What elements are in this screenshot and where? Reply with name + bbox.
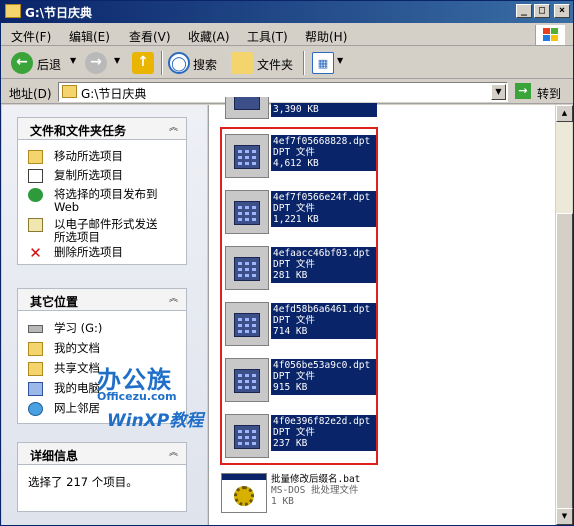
details-title: 详细信息 bbox=[30, 449, 79, 463]
views-icon[interactable]: ▦ bbox=[312, 52, 334, 74]
place-shared-label: 共享文档 bbox=[54, 361, 100, 375]
details-panel: 详细信息 ︽ 选择了 217 个项目。 bbox=[17, 442, 187, 512]
dpt-file-icon bbox=[225, 97, 269, 119]
watermark-site: Officezu.com bbox=[97, 390, 177, 403]
folders-button[interactable]: 文件夹 bbox=[257, 56, 293, 73]
back-button[interactable]: 后退 bbox=[37, 56, 61, 73]
close-button[interactable]: × bbox=[554, 4, 570, 18]
watermark: 办公族 Officezu.com WinXP教程 bbox=[97, 360, 203, 431]
place-my-documents-label: 我的文档 bbox=[54, 341, 100, 355]
windows-logo bbox=[535, 25, 565, 45]
vertical-scrollbar[interactable]: ▲ ▼ bbox=[555, 105, 573, 525]
gear-icon bbox=[234, 486, 254, 506]
scroll-down-button[interactable]: ▼ bbox=[556, 508, 573, 525]
batch-file-icon bbox=[221, 473, 267, 513]
file-item-partial[interactable]: 3,390 KB bbox=[225, 97, 385, 119]
collapse-icon[interactable]: ︽ bbox=[167, 293, 180, 306]
folder-icon bbox=[62, 85, 77, 98]
task-email-label-2: 所选项目 bbox=[54, 230, 100, 244]
go-arrow-icon[interactable]: → bbox=[515, 83, 531, 99]
forward-arrow-icon[interactable]: → bbox=[85, 52, 107, 74]
menu-file[interactable]: 文件(F) bbox=[11, 28, 51, 45]
file-name: 批量修改后缀名.bat bbox=[271, 474, 361, 485]
highlight-box bbox=[220, 127, 378, 465]
go-button[interactable]: 转到 bbox=[537, 85, 561, 102]
back-arrow-icon[interactable]: ← bbox=[11, 52, 33, 74]
file-size: 1 KB bbox=[271, 496, 294, 507]
file-type: MS-DOS 批处理文件 bbox=[271, 485, 359, 496]
file-tasks-panel: 文件和文件夹任务 ︽ 移动所选项目 复制所选项目 将选择的项目发布到 Web 以… bbox=[17, 117, 187, 265]
maximize-button[interactable]: □ bbox=[534, 4, 550, 18]
network-icon bbox=[28, 402, 43, 416]
search-icon[interactable]: ◯ bbox=[168, 52, 190, 74]
task-move-label: 移动所选项目 bbox=[54, 149, 123, 163]
folder-icon bbox=[28, 342, 43, 356]
toolbar-separator bbox=[303, 51, 305, 75]
file-size: 3,390 KB bbox=[271, 103, 377, 117]
toolbar-separator bbox=[161, 51, 163, 75]
bat-label: 批量修改后缀名.bat MS-DOS 批处理文件 1 KB bbox=[271, 474, 360, 507]
watermark-tag: WinXP教程 bbox=[107, 411, 204, 431]
menu-bar: 文件(F) 编辑(E) 查看(V) 收藏(A) 工具(T) 帮助(H) bbox=[1, 24, 573, 46]
file-item-bat[interactable]: 批量修改后缀名.bat MS-DOS 批处理文件 1 KB bbox=[221, 473, 386, 519]
window-title: G:\节日庆典 bbox=[25, 6, 93, 20]
address-label: 地址(D) bbox=[9, 87, 52, 101]
scroll-up-button[interactable]: ▲ bbox=[556, 105, 573, 122]
other-places-title: 其它位置 bbox=[30, 295, 79, 309]
menu-help[interactable]: 帮助(H) bbox=[305, 28, 347, 45]
menu-view[interactable]: 查看(V) bbox=[129, 28, 171, 45]
folder-icon bbox=[28, 362, 43, 376]
windows-flag-icon bbox=[543, 28, 559, 42]
place-network-label: 网上邻居 bbox=[54, 401, 100, 415]
task-pane: 文件和文件夹任务 ︽ 移动所选项目 复制所选项目 将选择的项目发布到 Web 以… bbox=[2, 105, 207, 525]
copy-icon bbox=[28, 169, 43, 183]
collapse-icon[interactable]: ︽ bbox=[167, 122, 180, 135]
minimize-button[interactable]: _ bbox=[516, 4, 532, 18]
task-publish-label-2: Web bbox=[54, 200, 80, 214]
details-header[interactable]: 详细信息 ︽ bbox=[18, 443, 186, 465]
explorer-window: G:\节日庆典 _ □ × 文件(F) 编辑(E) 查看(V) 收藏(A) 工具… bbox=[0, 0, 574, 526]
drive-icon bbox=[28, 325, 43, 333]
publish-web-icon bbox=[28, 188, 43, 202]
address-dropdown-icon[interactable]: ▼ bbox=[491, 84, 506, 100]
toolbar: ← 后退 ▼ → ▼ ↑ ◯ 搜索 文件夹 ▦ ▼ bbox=[1, 47, 573, 79]
menu-tools[interactable]: 工具(T) bbox=[247, 28, 288, 45]
folders-icon[interactable] bbox=[231, 52, 253, 74]
place-my-computer-label: 我的电脑 bbox=[54, 381, 100, 395]
title-bar[interactable]: G:\节日庆典 _ □ × bbox=[1, 1, 573, 23]
menu-favorites[interactable]: 收藏(A) bbox=[188, 28, 230, 45]
collapse-icon[interactable]: ︽ bbox=[167, 447, 180, 460]
email-icon bbox=[28, 218, 43, 232]
move-icon bbox=[28, 150, 43, 164]
forward-dropdown-icon[interactable]: ▼ bbox=[114, 56, 120, 65]
details-text: 选择了 217 个项目。 bbox=[28, 475, 138, 489]
address-value: G:\节日庆典 bbox=[81, 87, 147, 101]
file-tasks-header[interactable]: 文件和文件夹任务 ︽ bbox=[18, 118, 186, 140]
task-delete-label: 删除所选项目 bbox=[54, 245, 123, 259]
computer-icon bbox=[28, 382, 43, 396]
other-places-header[interactable]: 其它位置 ︽ bbox=[18, 289, 186, 311]
up-folder-icon[interactable]: ↑ bbox=[132, 52, 154, 74]
menu-edit[interactable]: 编辑(E) bbox=[69, 28, 110, 45]
task-copy-label: 复制所选项目 bbox=[54, 168, 123, 182]
search-button[interactable]: 搜索 bbox=[193, 56, 217, 73]
delete-icon: ✕ bbox=[29, 244, 42, 262]
views-dropdown-icon[interactable]: ▼ bbox=[337, 56, 343, 65]
file-tasks-title: 文件和文件夹任务 bbox=[30, 124, 127, 138]
back-dropdown-icon[interactable]: ▼ bbox=[70, 56, 76, 65]
scroll-thumb[interactable] bbox=[556, 213, 573, 513]
place-drive-label: 学习 (G:) bbox=[54, 321, 103, 335]
folder-icon bbox=[5, 4, 21, 18]
